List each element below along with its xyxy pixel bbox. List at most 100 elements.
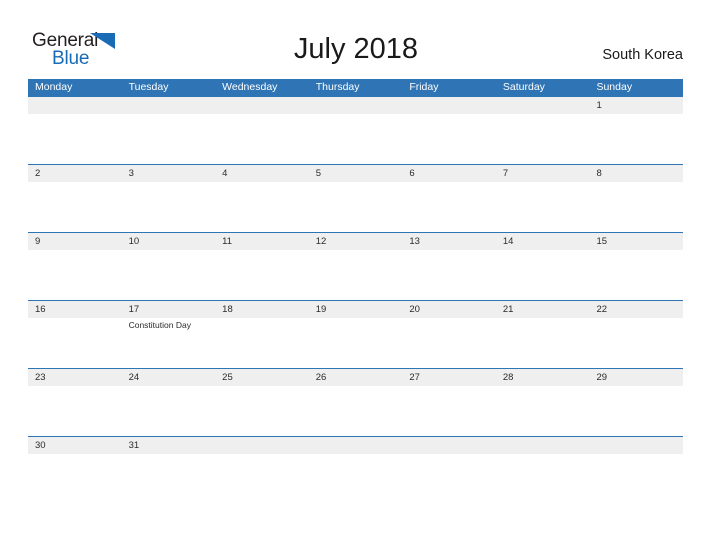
date-number[interactable]: 15 bbox=[589, 233, 683, 250]
date-number[interactable]: 21 bbox=[496, 301, 590, 318]
date-number[interactable]: 24 bbox=[122, 369, 216, 386]
day-event bbox=[589, 318, 683, 368]
day-event bbox=[589, 454, 683, 502]
event-band bbox=[28, 182, 683, 232]
date-number[interactable]: 18 bbox=[215, 301, 309, 318]
weekday-thursday: Thursday bbox=[315, 81, 360, 93]
date-number[interactable]: 6 bbox=[402, 165, 496, 182]
weekday-monday: Monday bbox=[35, 81, 73, 93]
date-number[interactable] bbox=[215, 97, 309, 114]
day-event bbox=[28, 250, 122, 300]
day-event bbox=[496, 454, 590, 502]
day-event bbox=[28, 318, 122, 368]
day-event bbox=[496, 250, 590, 300]
day-event bbox=[309, 250, 403, 300]
date-number[interactable]: 23 bbox=[28, 369, 122, 386]
weekday-sunday: Sunday bbox=[596, 81, 633, 93]
weekday-wednesday: Wednesday bbox=[222, 81, 278, 93]
day-event bbox=[122, 454, 216, 502]
day-event bbox=[496, 182, 590, 232]
date-number[interactable]: 7 bbox=[496, 165, 590, 182]
date-number[interactable]: 16 bbox=[28, 301, 122, 318]
day-event bbox=[402, 386, 496, 436]
date-number[interactable] bbox=[496, 97, 590, 114]
page-header: General Blue July 2018 South Korea bbox=[0, 0, 712, 79]
date-number[interactable] bbox=[496, 437, 590, 454]
date-number[interactable]: 25 bbox=[215, 369, 309, 386]
date-number[interactable] bbox=[309, 97, 403, 114]
day-event bbox=[402, 182, 496, 232]
day-event bbox=[28, 386, 122, 436]
event-band bbox=[28, 386, 683, 436]
day-event bbox=[28, 454, 122, 502]
date-number[interactable] bbox=[122, 97, 216, 114]
date-number[interactable]: 10 bbox=[122, 233, 216, 250]
weekday-friday: Friday bbox=[409, 81, 439, 93]
date-number-band: 23 24 25 26 27 28 29 bbox=[28, 369, 683, 386]
date-number[interactable] bbox=[402, 97, 496, 114]
date-number[interactable] bbox=[589, 437, 683, 454]
week-row: 2 3 4 5 6 7 8 bbox=[28, 164, 683, 232]
day-event bbox=[122, 182, 216, 232]
date-number[interactable] bbox=[215, 437, 309, 454]
date-number[interactable]: 11 bbox=[215, 233, 309, 250]
day-event bbox=[589, 386, 683, 436]
date-number[interactable]: 19 bbox=[309, 301, 403, 318]
day-event bbox=[309, 114, 403, 164]
day-event bbox=[122, 386, 216, 436]
date-number[interactable]: 8 bbox=[589, 165, 683, 182]
calendar-table: Monday Tuesday Wednesday Thursday Friday… bbox=[28, 79, 683, 502]
date-number[interactable]: 2 bbox=[28, 165, 122, 182]
weekday-tuesday: Tuesday bbox=[128, 81, 169, 93]
day-event bbox=[309, 386, 403, 436]
calendar-page: General Blue July 2018 South Korea Monda… bbox=[0, 0, 712, 550]
week-row: 9 10 11 12 13 14 15 bbox=[28, 232, 683, 300]
day-event bbox=[215, 182, 309, 232]
day-event: Constitution Day bbox=[128, 320, 191, 330]
date-number[interactable]: 4 bbox=[215, 165, 309, 182]
date-number-band: 30 31 bbox=[28, 437, 683, 454]
day-event bbox=[28, 114, 122, 164]
day-event bbox=[402, 114, 496, 164]
date-number[interactable]: 3 bbox=[122, 165, 216, 182]
country-label: South Korea bbox=[602, 47, 683, 63]
date-number[interactable]: 29 bbox=[589, 369, 683, 386]
day-event bbox=[309, 318, 403, 368]
date-number[interactable]: 27 bbox=[402, 369, 496, 386]
day-event bbox=[402, 318, 496, 368]
date-number[interactable] bbox=[28, 97, 122, 114]
event-band bbox=[28, 454, 683, 502]
date-number-band: 2 3 4 5 6 7 8 bbox=[28, 165, 683, 182]
date-number[interactable]: 28 bbox=[496, 369, 590, 386]
day-event bbox=[122, 250, 216, 300]
date-number[interactable]: 17 bbox=[122, 301, 216, 318]
date-number-band: 16 17 18 19 20 21 22 bbox=[28, 301, 683, 318]
day-event bbox=[496, 114, 590, 164]
date-number[interactable] bbox=[402, 437, 496, 454]
date-number[interactable]: 30 bbox=[28, 437, 122, 454]
date-number[interactable]: 9 bbox=[28, 233, 122, 250]
date-number[interactable]: 22 bbox=[589, 301, 683, 318]
day-event bbox=[496, 386, 590, 436]
date-number[interactable]: 20 bbox=[402, 301, 496, 318]
date-number-band: 1 bbox=[28, 97, 683, 114]
week-row: 16 17 18 19 20 21 22 Constitution Day bbox=[28, 300, 683, 368]
date-number[interactable]: 1 bbox=[589, 97, 683, 114]
event-band bbox=[28, 250, 683, 300]
day-event bbox=[589, 114, 683, 164]
day-event bbox=[309, 454, 403, 502]
date-number[interactable]: 14 bbox=[496, 233, 590, 250]
date-number[interactable]: 13 bbox=[402, 233, 496, 250]
day-event bbox=[402, 454, 496, 502]
day-event bbox=[122, 114, 216, 164]
week-row: 1 bbox=[28, 96, 683, 164]
day-event bbox=[215, 318, 309, 368]
day-event bbox=[589, 250, 683, 300]
date-number[interactable]: 31 bbox=[122, 437, 216, 454]
day-event bbox=[402, 250, 496, 300]
date-number[interactable]: 5 bbox=[309, 165, 403, 182]
date-number[interactable]: 12 bbox=[309, 233, 403, 250]
date-number[interactable] bbox=[309, 437, 403, 454]
day-event bbox=[28, 182, 122, 232]
date-number[interactable]: 26 bbox=[309, 369, 403, 386]
